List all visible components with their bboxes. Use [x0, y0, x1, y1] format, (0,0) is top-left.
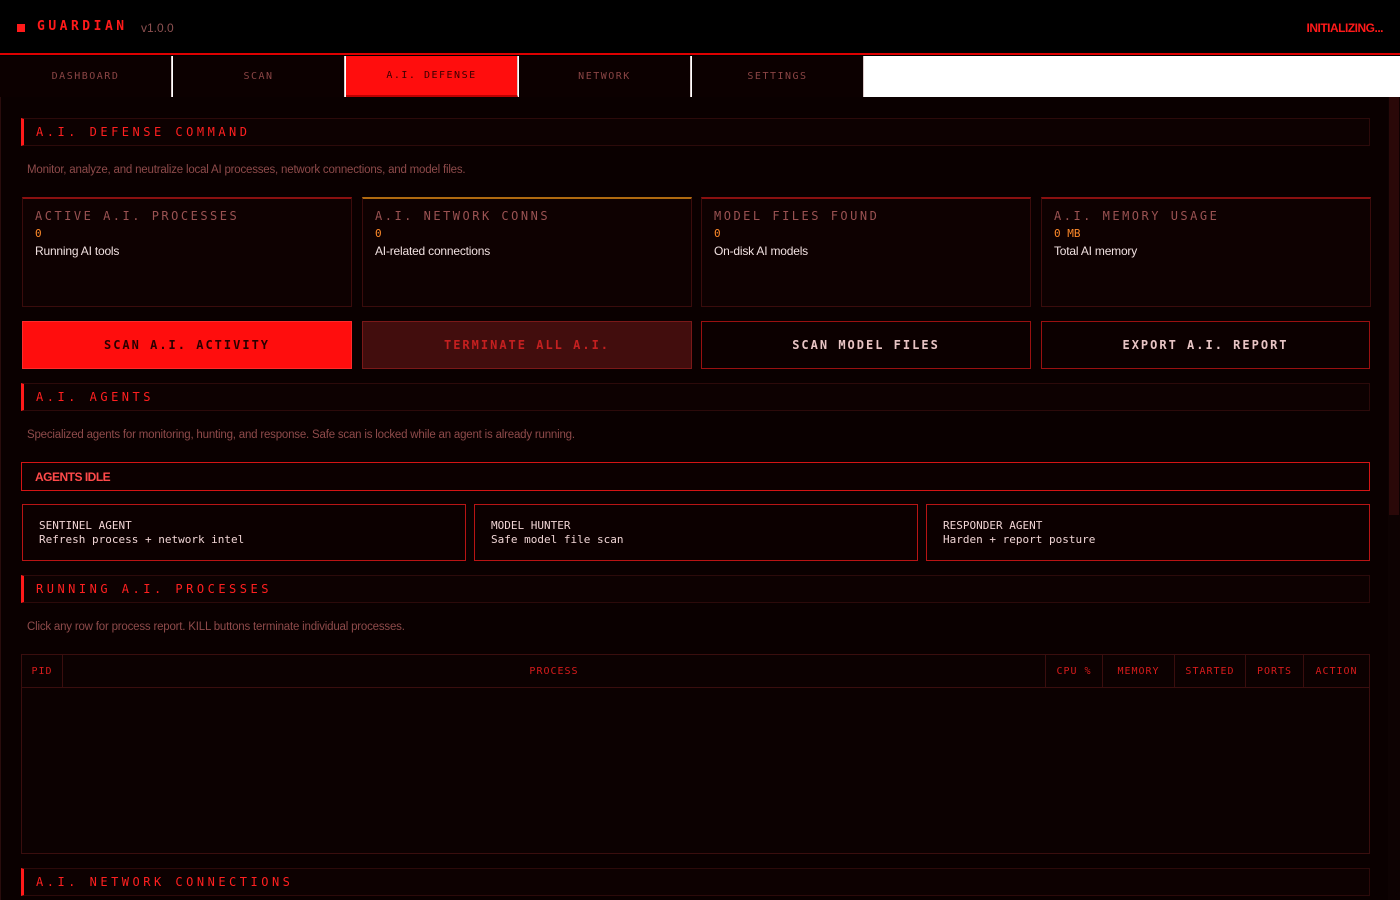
tab-settings[interactable]: SETTINGS — [692, 56, 864, 97]
stat-value: 0 — [35, 227, 42, 240]
tab-scan[interactable]: SCAN — [173, 56, 345, 97]
column-header-ports[interactable]: PORTS — [1246, 655, 1304, 688]
stat-subtitle: On-disk AI models — [714, 244, 808, 258]
section-defense-header: A.I. DEFENSE COMMAND — [21, 118, 1370, 146]
agent-subtitle: Harden + report posture — [943, 533, 1096, 546]
stat-title: MODEL FILES FOUND — [714, 209, 880, 223]
app-header: GUARDIAN v1.0.0 INITIALIZING... — [0, 0, 1400, 55]
main-panel: A.I. DEFENSE COMMAND Monitor, analyze, a… — [0, 97, 1400, 900]
stat-title: A.I. MEMORY USAGE — [1054, 209, 1220, 223]
table-header: PID PROCESS CPU % MEMORY STARTED PORTS A… — [22, 655, 1369, 688]
section-agents-header: A.I. AGENTS — [21, 383, 1370, 411]
logo-square-icon — [17, 24, 25, 32]
scrollbar-thumb[interactable] — [1389, 97, 1399, 515]
process-table: PID PROCESS CPU % MEMORY STARTED PORTS A… — [21, 654, 1370, 854]
tab-bar: DASHBOARD SCAN A.I. DEFENSE NETWORK SETT… — [0, 56, 1400, 97]
agent-title: SENTINEL AGENT — [39, 519, 132, 532]
stat-subtitle: Total AI memory — [1054, 244, 1138, 258]
agent-subtitle: Refresh process + network intel — [39, 533, 245, 546]
column-header-memory[interactable]: MEMORY — [1103, 655, 1175, 688]
model-hunter-button[interactable]: MODEL HUNTER Safe model file scan — [474, 504, 918, 561]
app-name: GUARDIAN — [37, 19, 128, 34]
section-title: A.I. AGENTS — [36, 390, 154, 404]
responder-agent-button[interactable]: RESPONDER AGENT Harden + report posture — [926, 504, 1370, 561]
terminate-all-ai-button[interactable]: TERMINATE ALL A.I. — [362, 321, 692, 369]
status-indicator: INITIALIZING... — [1306, 21, 1384, 35]
section-connections-header: A.I. NETWORK CONNECTIONS — [21, 868, 1370, 896]
stat-card-model-files: MODEL FILES FOUND 0 On-disk AI models — [701, 197, 1031, 307]
column-header-cpu[interactable]: CPU % — [1046, 655, 1103, 688]
tab-dashboard[interactable]: DASHBOARD — [0, 56, 172, 97]
section-description: Specialized agents for monitoring, hunti… — [27, 429, 575, 441]
section-description: Monitor, analyze, and neutralize local A… — [27, 164, 466, 176]
column-header-started[interactable]: STARTED — [1175, 655, 1246, 688]
scrollbar[interactable] — [1388, 97, 1400, 900]
agents-status-banner: AGENTS IDLE — [21, 462, 1370, 491]
agent-title: RESPONDER AGENT — [943, 519, 1043, 532]
column-header-action[interactable]: ACTION — [1304, 655, 1369, 688]
section-description: Click any row for process report. KILL b… — [27, 621, 405, 633]
section-processes-header: RUNNING A.I. PROCESSES — [21, 575, 1370, 603]
agent-title: MODEL HUNTER — [491, 519, 571, 532]
section-title: RUNNING A.I. PROCESSES — [36, 582, 272, 596]
stat-title: ACTIVE A.I. PROCESSES — [35, 209, 240, 223]
app-version: v1.0.0 — [141, 21, 174, 35]
stat-value: 0 — [714, 227, 721, 240]
tab-network[interactable]: NETWORK — [519, 56, 691, 97]
export-ai-report-button[interactable]: EXPORT A.I. REPORT — [1041, 321, 1370, 369]
sentinel-agent-button[interactable]: SENTINEL AGENT Refresh process + network… — [22, 504, 466, 561]
tab-ai-defense[interactable]: A.I. DEFENSE — [346, 56, 518, 97]
stat-card-active-processes: ACTIVE A.I. PROCESSES 0 Running AI tools — [22, 197, 352, 307]
stat-value: 0 — [375, 227, 382, 240]
column-header-pid[interactable]: PID — [22, 655, 63, 688]
stat-card-memory-usage: A.I. MEMORY USAGE 0 MB Total AI memory — [1041, 197, 1371, 307]
stat-title: A.I. NETWORK CONNS — [375, 209, 551, 223]
section-title: A.I. DEFENSE COMMAND — [36, 125, 251, 139]
column-header-process[interactable]: PROCESS — [63, 655, 1046, 688]
stat-subtitle: AI-related connections — [375, 244, 491, 258]
scan-ai-activity-button[interactable]: SCAN A.I. ACTIVITY — [22, 321, 352, 369]
scan-model-files-button[interactable]: SCAN MODEL FILES — [701, 321, 1031, 369]
stat-card-network-conns: A.I. NETWORK CONNS 0 AI-related connecti… — [362, 197, 692, 307]
stat-subtitle: Running AI tools — [35, 244, 120, 258]
stat-value: 0 MB — [1054, 227, 1081, 240]
agent-subtitle: Safe model file scan — [491, 533, 624, 546]
section-title: A.I. NETWORK CONNECTIONS — [36, 875, 294, 889]
